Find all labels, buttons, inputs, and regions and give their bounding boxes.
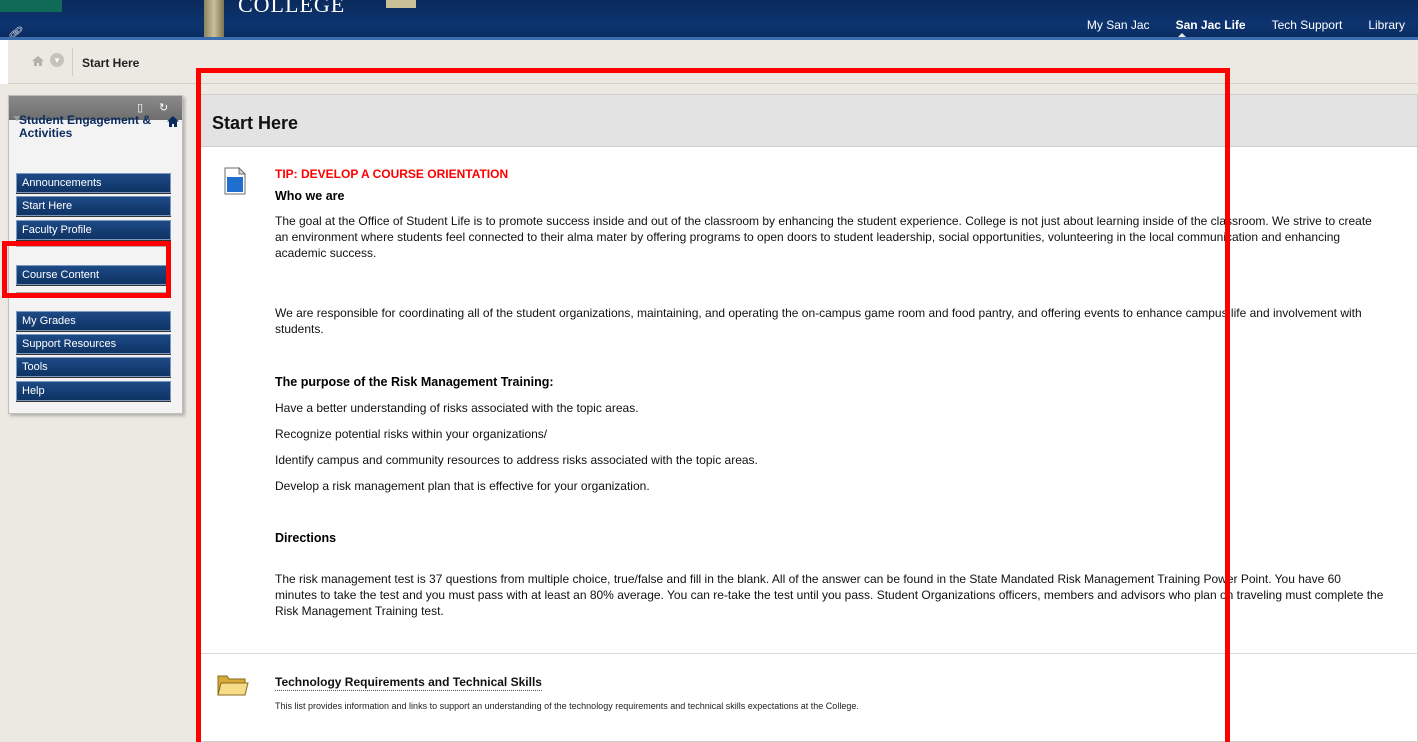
breadcrumb-current[interactable]: Start Here — [82, 56, 139, 70]
top-header: 🔗︎ COLLEGE My San Jac San Jac Life Tech … — [0, 0, 1418, 40]
college-logo-text: COLLEGE — [238, 0, 346, 17]
logo-tab[interactable] — [0, 0, 62, 12]
college-logo-mark — [386, 0, 416, 8]
nav-library[interactable]: Library — [1355, 18, 1418, 32]
nav-tech-support[interactable]: Tech Support — [1259, 18, 1356, 32]
menu-announcements[interactable]: Announcements — [16, 173, 171, 193]
refresh-icon[interactable]: ↻ — [159, 101, 168, 114]
menu-faculty-profile[interactable]: Faculty Profile — [16, 220, 171, 240]
nav-san-jac-life[interactable]: San Jac Life — [1163, 18, 1259, 32]
home-icon[interactable] — [32, 56, 44, 66]
course-home-icon[interactable] — [167, 116, 179, 127]
nav-my-san-jac[interactable]: My San Jac — [1074, 18, 1163, 32]
annotation-box-course-content — [2, 241, 171, 298]
menu-support-resources[interactable]: Support Resources — [16, 334, 171, 354]
menu-my-grades[interactable]: My Grades — [16, 311, 171, 331]
top-nav: My San Jac San Jac Life Tech Support Lib… — [1074, 18, 1418, 32]
course-title[interactable]: Student Engagement & Activities — [19, 114, 159, 140]
tower-logo-image — [204, 0, 224, 40]
annotation-box-content — [196, 68, 1230, 742]
menu-start-here[interactable]: Start Here — [16, 196, 171, 216]
breadcrumb-divider — [72, 48, 73, 76]
chevron-down-icon[interactable]: ▾ — [50, 53, 64, 67]
menu-help[interactable]: Help — [16, 381, 171, 401]
menu-tools[interactable]: Tools — [16, 357, 171, 377]
